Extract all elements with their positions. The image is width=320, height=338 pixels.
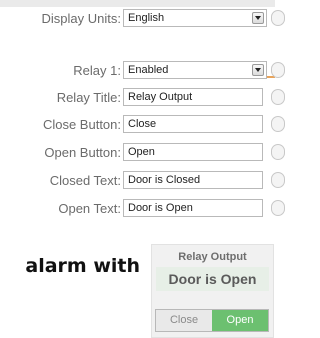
close-button-row: Close Button: Close [0, 115, 285, 135]
relay-select[interactable]: Enabled [123, 61, 267, 79]
chevron-down-icon[interactable] [252, 12, 264, 24]
help-button[interactable] [271, 172, 285, 188]
chevron-down-icon[interactable] [252, 64, 264, 76]
open-text-label: Open Text: [58, 201, 121, 216]
help-button[interactable] [271, 144, 285, 160]
close-button-input[interactable]: Close [123, 115, 263, 133]
display-units-row: Display Units: English [0, 9, 285, 29]
relay-title-row: Relay Title: Relay Output [0, 88, 285, 108]
open-text-row: Open Text: Door is Open [0, 199, 285, 219]
open-button-row: Open Button: Open [0, 143, 285, 163]
relay-title-input[interactable]: Relay Output [123, 88, 263, 106]
heading-fragment: alarm with [25, 255, 140, 277]
open-button-input[interactable]: Open [123, 143, 263, 161]
relay-value: Enabled [128, 64, 169, 76]
display-units-select[interactable]: English [123, 9, 267, 27]
closed-text-label: Closed Text: [49, 173, 121, 188]
open-button-label: Open Button: [44, 145, 121, 160]
help-button[interactable] [271, 116, 285, 132]
display-units-value: English [128, 12, 165, 24]
relay-label: Relay 1: [73, 63, 121, 78]
help-button[interactable] [271, 62, 285, 78]
open-text-input[interactable]: Door is Open [123, 199, 263, 217]
relay-widget: Relay Output Door is Open Close Open [151, 244, 274, 338]
relay-row: Relay 1: Enabled [0, 61, 285, 81]
relay-open-button[interactable]: Open [212, 310, 268, 331]
closed-text-row: Closed Text: Door is Closed [0, 171, 285, 191]
widget-toggle: Close Open [155, 309, 269, 332]
help-button[interactable] [271, 89, 285, 105]
display-units-label: Display Units: [41, 11, 121, 26]
close-button-label: Close Button: [42, 117, 121, 132]
widget-title: Relay Output [178, 251, 247, 263]
relay-close-button[interactable]: Close [156, 310, 212, 331]
widget-status: Door is Open [156, 267, 269, 291]
help-button[interactable] [271, 200, 285, 216]
closed-text-input[interactable]: Door is Closed [123, 171, 263, 189]
top-separator [0, 0, 275, 7]
help-button[interactable] [271, 10, 285, 26]
relay-title-label: Relay Title: [56, 90, 121, 105]
